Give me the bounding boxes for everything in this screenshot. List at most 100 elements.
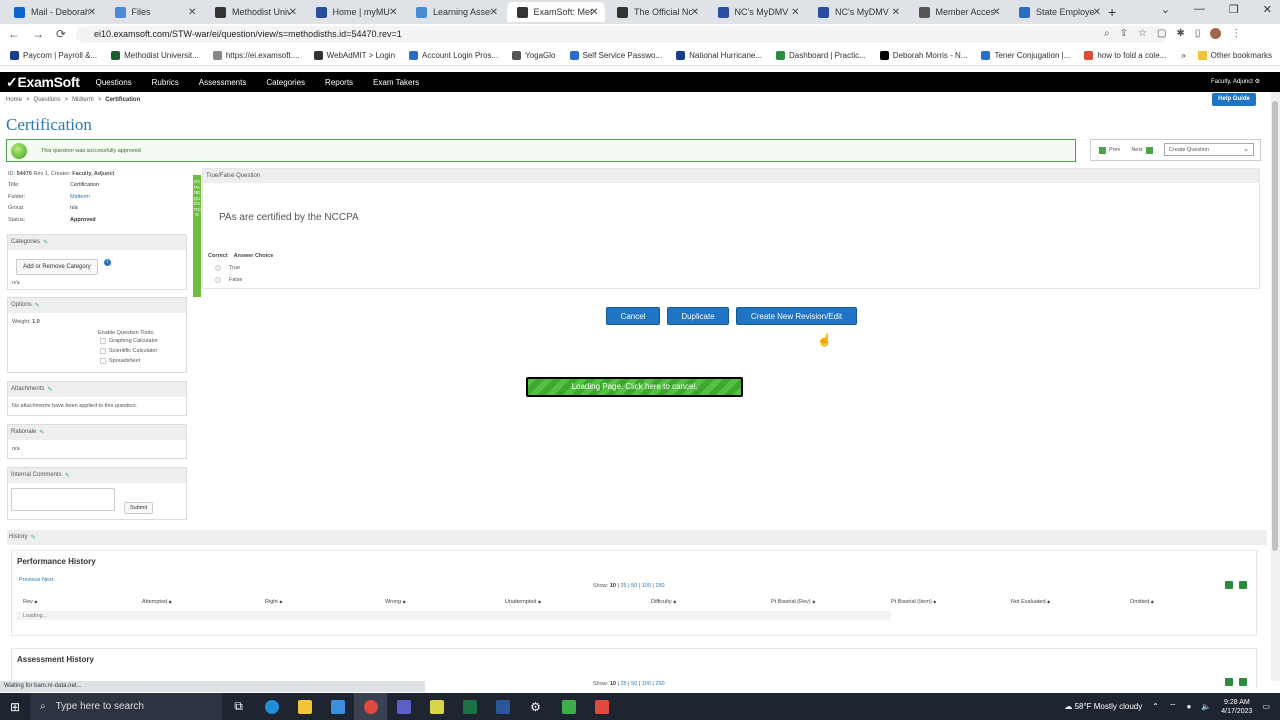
browser-tab[interactable]: State Employee ✕ bbox=[1009, 2, 1107, 22]
show-option[interactable]: 100 bbox=[642, 583, 651, 589]
column-header[interactable]: Pt Biserial (Rev) ◆ bbox=[771, 599, 815, 605]
cancel-button[interactable]: Cancel bbox=[606, 307, 660, 325]
bookmark-item[interactable]: how to fold a cole... bbox=[1084, 51, 1166, 60]
bookmark-item[interactable]: National Hurricane... bbox=[676, 51, 762, 60]
show-option[interactable]: 250 bbox=[655, 681, 664, 687]
other-bookmarks[interactable]: » Other bookmarks bbox=[1181, 51, 1272, 60]
close-tab-icon[interactable]: ✕ bbox=[490, 7, 498, 18]
forward-icon[interactable]: → bbox=[32, 27, 44, 41]
edit-icon[interactable]: ✎ bbox=[35, 302, 40, 309]
word-icon[interactable] bbox=[486, 693, 519, 720]
weather-icon[interactable]: ☁ 58°F Mostly cloudy bbox=[1064, 702, 1142, 711]
export-icon[interactable] bbox=[1239, 581, 1247, 589]
file-icon[interactable] bbox=[420, 693, 453, 720]
excel-icon[interactable] bbox=[1225, 678, 1233, 686]
bookmark-item[interactable]: Account Login Pros... bbox=[409, 51, 498, 60]
nav-item-exam-takers[interactable]: Exam Takers bbox=[373, 78, 419, 87]
nav-item-categories[interactable]: Categories bbox=[266, 78, 305, 87]
show-option[interactable]: 50 bbox=[631, 583, 637, 589]
crumb-questions[interactable]: Questions bbox=[34, 97, 61, 103]
column-header[interactable]: Attempted ◆ bbox=[142, 599, 172, 605]
menu-icon[interactable]: ⋮ bbox=[1231, 28, 1241, 39]
column-header[interactable]: Omitted ◆ bbox=[1130, 599, 1154, 605]
radio-true[interactable] bbox=[215, 265, 221, 271]
info-icon[interactable]: i bbox=[103, 259, 111, 266]
close-tab-icon[interactable]: ✕ bbox=[389, 7, 397, 18]
volume-icon[interactable]: 🔈 bbox=[1201, 702, 1211, 711]
close-tab-icon[interactable]: ✕ bbox=[1093, 7, 1101, 18]
bookmark-item[interactable]: Dashboard | Practic... bbox=[776, 51, 866, 60]
minimize-icon[interactable]: — bbox=[1194, 3, 1205, 16]
user-menu[interactable]: Faculty, Adjunct ⚙ bbox=[1211, 78, 1260, 85]
create-revision-button[interactable]: Create New Revision/Edit bbox=[736, 307, 857, 325]
nav-item-assessments[interactable]: Assessments bbox=[199, 78, 247, 87]
browser-tab[interactable]: Mail - Deborah ✕ bbox=[4, 2, 102, 22]
column-header[interactable]: Right ◆ bbox=[265, 599, 282, 605]
teams-icon[interactable] bbox=[387, 693, 420, 720]
bookmark-item[interactable]: Deborah Morris - N... bbox=[879, 51, 967, 60]
edit-icon[interactable]: ✎ bbox=[65, 472, 70, 479]
profile-avatar[interactable] bbox=[1210, 28, 1222, 39]
browser-tab[interactable]: NC's MyDMV ✕ bbox=[808, 2, 906, 22]
close-tab-icon[interactable]: ✕ bbox=[791, 7, 799, 18]
restore-icon[interactable]: ❐ bbox=[1229, 3, 1239, 16]
show-option[interactable]: 25 bbox=[620, 583, 626, 589]
star-icon[interactable]: ☆ bbox=[1138, 28, 1147, 39]
create-question-select[interactable]: Create Question ⌄ bbox=[1164, 143, 1254, 156]
prev-link[interactable]: Prev bbox=[1109, 147, 1120, 153]
camtasia-icon[interactable] bbox=[552, 693, 585, 720]
show-option[interactable]: 250 bbox=[655, 583, 664, 589]
zoom-icon[interactable]: ⌕ bbox=[1104, 28, 1110, 39]
chrome-icon[interactable] bbox=[354, 693, 387, 720]
edit-icon[interactable]: ✎ bbox=[43, 239, 48, 246]
column-header[interactable]: Not Evaluated ◆ bbox=[1011, 599, 1050, 605]
column-header[interactable]: Rev ◆ bbox=[23, 599, 37, 605]
next-arrow-icon[interactable] bbox=[1145, 146, 1153, 154]
extension-icon[interactable]: ▢ bbox=[1157, 28, 1166, 39]
browser-tab[interactable]: ExamSoft: Meth ✕ bbox=[506, 2, 605, 22]
edit-icon[interactable]: ✎ bbox=[39, 429, 44, 436]
recorder-icon[interactable] bbox=[585, 693, 618, 720]
store-icon[interactable] bbox=[321, 693, 354, 720]
browser-tab[interactable]: Member Access ✕ bbox=[909, 2, 1007, 22]
checkbox[interactable] bbox=[100, 358, 106, 364]
help-guide-button[interactable]: Help Guide bbox=[1212, 93, 1256, 106]
edit-icon[interactable]: ✎ bbox=[31, 534, 36, 541]
new-tab-button[interactable]: + bbox=[1108, 4, 1116, 20]
examsoft-logo[interactable]: ✓ExamSoft bbox=[6, 74, 80, 91]
microphone-icon[interactable]: ● bbox=[1186, 702, 1191, 711]
browser-tab[interactable]: NC's MyDMV ✕ bbox=[708, 2, 806, 22]
crumb-midterm[interactable]: Midterm bbox=[72, 97, 94, 103]
close-icon[interactable]: ✕ bbox=[1263, 3, 1272, 16]
task-view-icon[interactable]: ⧉ bbox=[222, 693, 255, 720]
bookmark-item[interactable]: YogaGlo bbox=[512, 51, 556, 60]
back-icon[interactable]: ← bbox=[8, 27, 20, 41]
checkbox[interactable] bbox=[100, 338, 106, 344]
comment-textarea[interactable] bbox=[11, 488, 115, 511]
tray-chevron-icon[interactable]: ⌃ bbox=[1152, 702, 1159, 711]
bookmark-item[interactable]: Methodist Universit... bbox=[111, 51, 199, 60]
column-header[interactable]: Difficulty ◆ bbox=[651, 599, 676, 605]
next-link[interactable]: Next bbox=[1131, 147, 1142, 153]
scrollbar[interactable] bbox=[1271, 92, 1280, 681]
puzzle-icon[interactable]: ✱ bbox=[1176, 28, 1184, 39]
bookmark-item[interactable]: Paycom | Payroll &... bbox=[10, 51, 97, 60]
checkbox[interactable] bbox=[100, 348, 106, 354]
column-header[interactable]: Pt Biserial (Item) ◆ bbox=[891, 599, 936, 605]
url-input[interactable]: ei10.examsoft.com/STW-war/ei/question/vi… bbox=[76, 26, 1166, 43]
excel-icon[interactable] bbox=[453, 693, 486, 720]
column-header[interactable]: Unattempted ◆ bbox=[505, 599, 541, 605]
bookmark-item[interactable]: https://ei.examsoft.... bbox=[212, 51, 300, 60]
submit-comment-button[interactable]: Submit bbox=[124, 502, 154, 514]
previous-link[interactable]: Previous bbox=[19, 577, 40, 583]
export-icon[interactable] bbox=[1239, 678, 1247, 686]
bookmark-item[interactable]: Tener Conjugation |... bbox=[981, 51, 1070, 60]
expand-question-bar[interactable]: EXPAND QUESTION bbox=[193, 175, 201, 297]
bookmark-item[interactable]: Self Service Passwo... bbox=[569, 51, 662, 60]
close-tab-icon[interactable]: ✕ bbox=[691, 7, 699, 18]
show-option[interactable]: 25 bbox=[620, 681, 626, 687]
sidebar-icon[interactable]: ▯ bbox=[1195, 28, 1201, 39]
prev-arrow-icon[interactable] bbox=[1099, 146, 1106, 154]
next-link[interactable]: Next bbox=[42, 577, 53, 583]
edge-icon[interactable] bbox=[255, 693, 288, 720]
